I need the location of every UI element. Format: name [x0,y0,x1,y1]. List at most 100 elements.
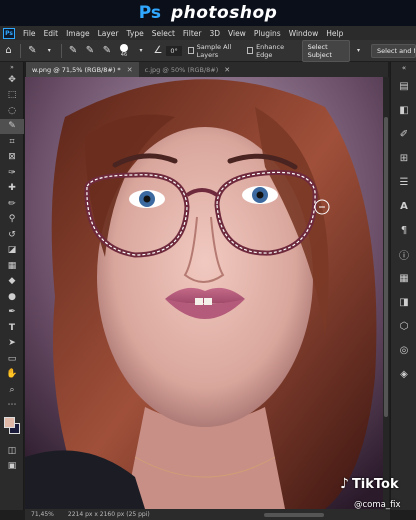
zoom-level[interactable]: 71,45% [31,511,54,518]
tiktok-handle: @coma_fix [354,500,401,510]
photoshop-wordmark: photoshop [170,3,278,23]
portrait-photo [25,77,388,509]
character-panel-icon[interactable]: A [391,194,416,218]
status-bar: 71,45% 2214 px x 2160 px (25 ppi) [25,509,390,520]
menu-3d[interactable]: 3D [205,29,224,38]
marquee-tool-icon[interactable]: ⬚ [0,88,24,104]
healing-brush-icon[interactable]: ✚ [0,181,24,197]
crop-tool-icon[interactable]: ⌗ [0,134,24,150]
vertical-scrollbar[interactable] [383,77,389,509]
lasso-tool-icon[interactable]: ◌ [0,103,24,119]
angle-icon: ∠ [153,45,163,56]
tiktok-logo-icon: ♪ [340,476,349,492]
chevron-down-icon[interactable]: ▾ [44,44,55,58]
title-banner: Ps photoshop [0,0,416,26]
ps-logo-text: Ps [138,3,161,23]
menu-image[interactable]: Image [62,29,94,38]
hand-tool-icon[interactable]: ✋ [0,367,24,383]
sample-all-layers-checkbox[interactable]: Sample All Layers [187,42,241,59]
brush-panel-icon[interactable]: ✐ [391,122,416,146]
document-tabs: w.png @ 71,5% (RGB/8#) * ✕ c.jpg @ 50% (… [26,62,388,77]
right-panel-strip: « ▤ ◧ ✐ ⊞ ☰ A ¶ ⓘ ▦ ◨ ⬡ ◎ ◈ [390,62,416,510]
app-logo-icon: Ps [3,27,15,39]
chevron-down-icon[interactable]: ▾ [353,44,364,58]
close-icon[interactable]: ✕ [127,66,133,74]
rectangle-tool-icon[interactable]: ▭ [0,351,24,367]
quick-mask-icon[interactable]: ◫ [0,443,24,459]
history-brush-icon[interactable]: ↺ [0,227,24,243]
libraries-panel-icon[interactable]: ⊞ [391,146,416,170]
menu-layer[interactable]: Layer [94,29,123,38]
menu-view[interactable]: View [224,29,250,38]
options-bar: ⌂ ✎ ▾ ✎ ✎ ✎ 46 ▾ ∠ 0° Sample All Layers … [0,39,416,62]
brush-preview-icon[interactable]: 46 [118,43,129,58]
quick-selection-tool-icon[interactable]: ✎ [0,118,24,134]
angle-value[interactable]: 0° [166,45,182,56]
swatches-panel-icon[interactable]: ▦ [391,266,416,290]
sample-all-layers-label: Sample All Layers [196,42,232,59]
pen-tool-icon[interactable]: ✒ [0,305,24,321]
menu-bar: Ps File Edit Image Layer Type Select Fil… [0,26,416,40]
menu-filter[interactable]: Filter [179,29,206,38]
chevron-down-icon[interactable]: ▾ [135,44,146,58]
clone-stamp-icon[interactable]: ⚲ [0,212,24,228]
move-tool-icon[interactable]: ✥ [0,72,24,88]
paths-panel-icon[interactable]: ⬡ [391,314,416,338]
tiktok-watermark: ♪ TikTok [340,476,399,492]
enhance-edge-checkbox[interactable]: Enhance Edge [247,43,291,59]
dodge-tool-icon[interactable]: ● [0,289,24,305]
tab-label: w.png @ 71,5% (RGB/8#) * [32,65,121,74]
document-info: 2214 px x 2160 px (25 ppi) [67,511,150,518]
eyedropper-tool-icon[interactable]: ✑ [0,165,24,181]
quick-select-tool-icon[interactable]: ✎ [27,44,38,58]
menu-type[interactable]: Type [123,29,148,38]
enhance-edge-label: Enhance Edge [256,42,285,59]
tab-document-c[interactable]: c.jpg @ 50% (RGB/8#) ✕ [139,62,237,77]
close-icon[interactable]: ✕ [224,66,230,74]
divider [60,43,62,58]
scrollbar-thumb[interactable] [384,117,388,417]
eraser-tool-icon[interactable]: ◪ [0,243,24,259]
checkbox-box[interactable] [247,47,254,54]
home-icon[interactable]: ⌂ [3,44,14,58]
menu-help[interactable]: Help [322,29,347,38]
menu-select[interactable]: Select [148,29,179,38]
tab-document-w[interactable]: w.png @ 71,5% (RGB/8#) * ✕ [26,62,139,77]
new-selection-icon[interactable]: ✎ [68,44,79,58]
horizontal-scrollbar[interactable] [263,512,324,517]
panel-collapse-icon[interactable]: » [0,62,24,72]
document-canvas[interactable] [25,77,388,509]
styles-panel-icon[interactable]: ◨ [391,290,416,314]
tiktok-brand: TikTok [351,476,399,492]
paragraph-panel-icon[interactable]: ¶ [391,218,416,242]
brush-tool-icon[interactable]: ✏ [0,196,24,212]
path-selection-icon[interactable]: ➤ [0,336,24,352]
brush-size-value: 46 [120,51,128,58]
gradient-tool-icon[interactable]: ▦ [0,258,24,274]
select-and-mask-button[interactable]: Select and M [370,43,416,58]
blur-tool-icon[interactable]: ◆ [0,274,24,290]
history-panel-icon[interactable]: ▤ [391,74,416,98]
screen-mode-icon[interactable]: ▣ [0,459,24,475]
subtract-selection-icon[interactable]: ✎ [101,44,112,58]
channels-panel-icon[interactable]: ◎ [391,338,416,362]
menu-edit[interactable]: Edit [40,29,63,38]
menu-file[interactable]: File [19,29,40,38]
zoom-tool-icon[interactable]: ⌕ [0,382,24,398]
panel-collapse-icon[interactable]: « [391,62,416,74]
menu-plugins[interactable]: Plugins [250,29,285,38]
properties-panel-icon[interactable]: ☰ [391,170,416,194]
tools-panel: » ✥ ⬚ ◌ ✎ ⌗ ⊠ ✑ ✚ ✏ ⚲ ↺ ◪ ▦ ◆ ● ✒ T ➤ ▭ … [0,62,24,510]
adjustments-panel-icon[interactable]: ◧ [391,98,416,122]
checkbox-box[interactable] [187,47,194,54]
layers-panel-icon[interactable]: ◈ [391,362,416,386]
foreground-color-swatch[interactable] [4,417,15,428]
menu-window[interactable]: Window [285,29,323,38]
divider [19,43,21,58]
info-panel-icon[interactable]: ⓘ [391,242,416,266]
add-to-selection-icon[interactable]: ✎ [85,44,96,58]
frame-tool-icon[interactable]: ⊠ [0,150,24,166]
type-tool-icon[interactable]: T [0,320,24,336]
more-tools-icon[interactable]: ⋯ [0,398,24,414]
select-subject-button[interactable]: Select Subject [301,39,350,62]
